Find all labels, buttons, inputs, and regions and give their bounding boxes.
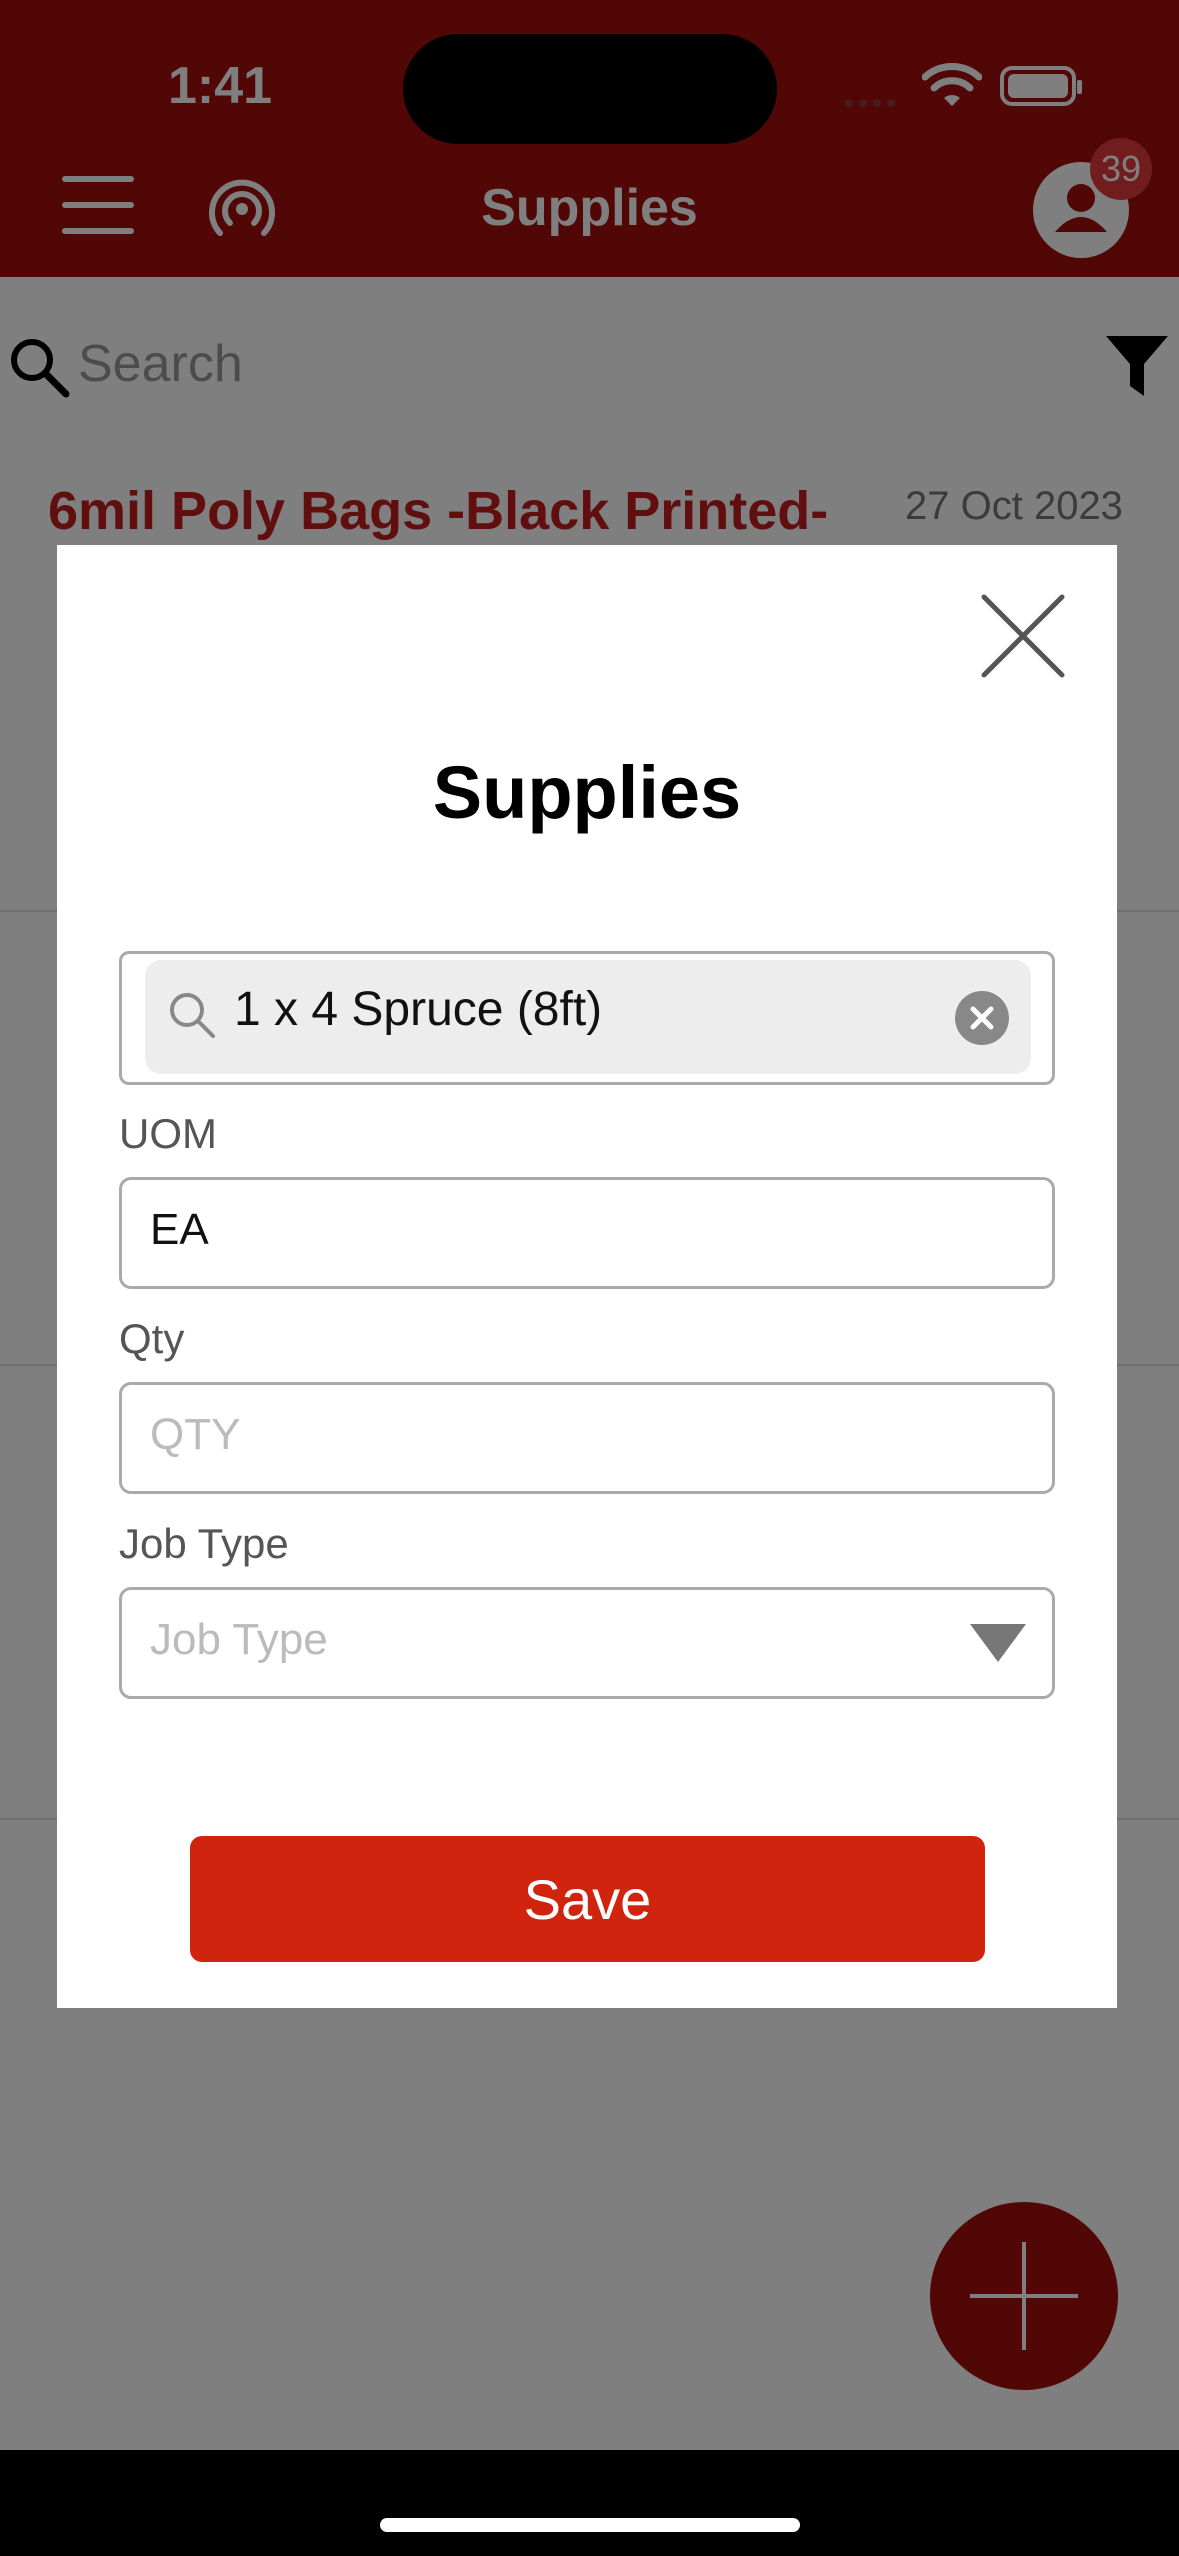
modal-title: Supplies — [432, 751, 742, 834]
clear-icon[interactable] — [955, 991, 1009, 1045]
home-indicator[interactable] — [380, 2518, 800, 2532]
supply-search-input[interactable]: 1 x 4 Spruce (8ft) — [234, 982, 602, 1037]
close-icon[interactable] — [980, 593, 1066, 679]
uom-label: UOM — [119, 1110, 217, 1157]
chevron-down-icon — [970, 1624, 1026, 1662]
save-button[interactable]: Save — [190, 1836, 985, 1962]
bottom-bar — [0, 2450, 1179, 2556]
qty-placeholder[interactable]: QTY — [150, 1410, 240, 1460]
qty-field[interactable] — [119, 1382, 1055, 1494]
uom-value[interactable]: EA — [150, 1205, 209, 1255]
search-icon — [170, 993, 215, 1038]
uom-field[interactable] — [119, 1177, 1055, 1289]
job-type-placeholder[interactable]: Job Type — [150, 1615, 328, 1665]
qty-label: Qty — [119, 1315, 185, 1362]
job-type-label: Job Type — [119, 1520, 289, 1567]
